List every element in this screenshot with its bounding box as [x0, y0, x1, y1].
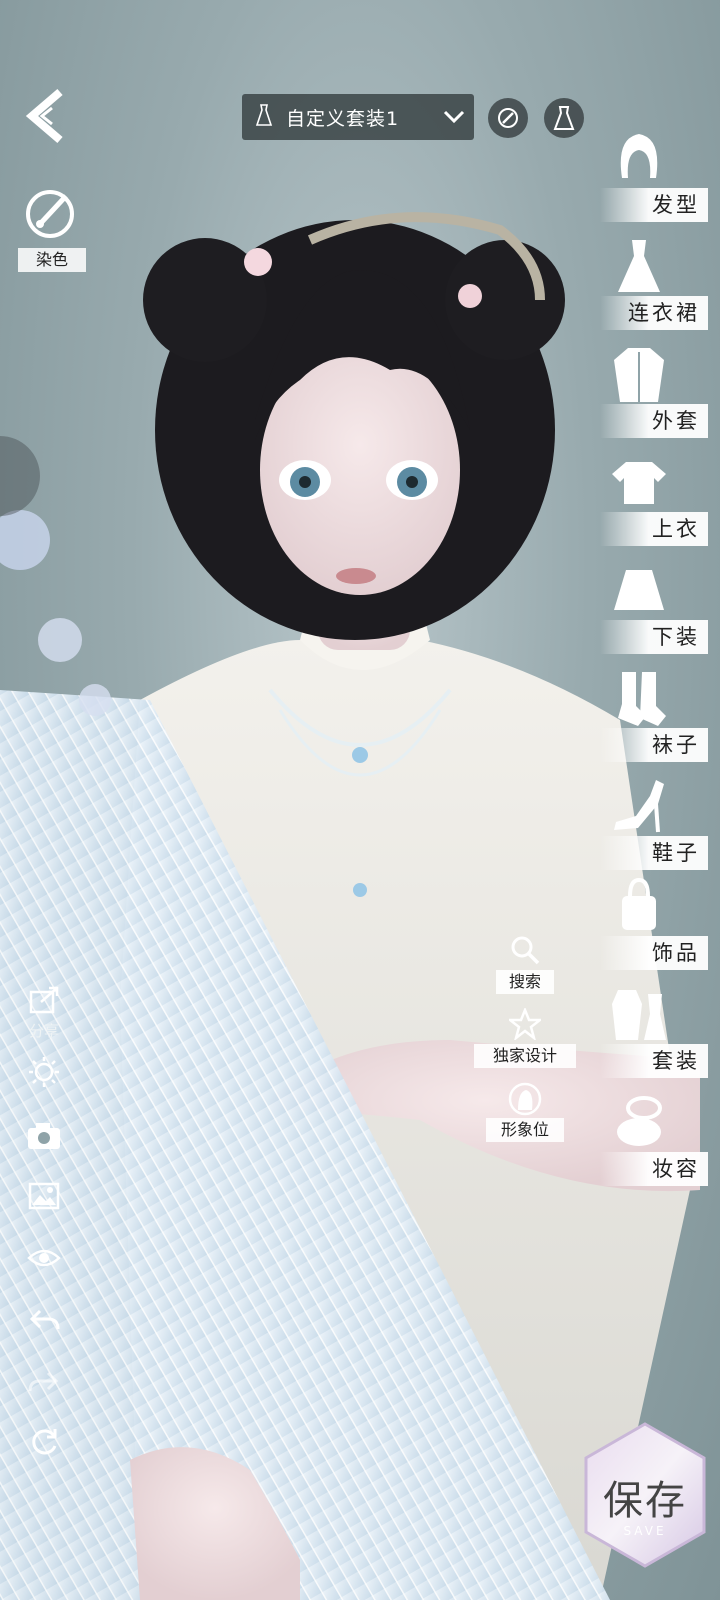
redo-icon [28, 1371, 59, 1392]
image-icon [28, 1182, 60, 1210]
dress-small-icon [242, 103, 286, 131]
brightness-button[interactable] [22, 1050, 66, 1094]
coat-icon [614, 348, 664, 402]
image-slot-button[interactable]: 形象位 [480, 1082, 570, 1146]
socks-icon [618, 672, 666, 726]
category-label: 下装 [652, 625, 700, 649]
undo-button[interactable] [22, 1298, 66, 1342]
category-hairstyle[interactable]: 发型 [600, 128, 720, 232]
category-label: 饰品 [652, 941, 700, 965]
reset-button[interactable] [22, 1420, 66, 1464]
dye-label: 染色 [18, 248, 86, 272]
category-socks[interactable]: 袜子 [600, 668, 720, 772]
category-label: 套装 [652, 1049, 700, 1073]
category-accessories[interactable]: 饰品 [600, 876, 720, 980]
category-makeup[interactable]: 妆容 [600, 1092, 720, 1196]
outfit-selector[interactable]: 自定义套装1 [242, 94, 474, 140]
share-button[interactable] [22, 978, 66, 1022]
share-label: 分享 [28, 1022, 59, 1040]
pen-icon [498, 108, 518, 128]
back-button[interactable] [22, 86, 72, 146]
sun-icon [29, 1057, 59, 1087]
pen-button[interactable] [488, 98, 528, 138]
category-label: 发型 [652, 193, 700, 217]
save-label: 保存 [603, 1478, 687, 1524]
exclusive-design-button[interactable]: 独家设计 [474, 1008, 576, 1072]
refresh-icon [32, 1429, 57, 1455]
palette-brush-icon [26, 190, 74, 238]
redo-button[interactable] [22, 1360, 66, 1404]
accessory-icon [622, 877, 656, 930]
category-label: 袜子 [652, 733, 700, 757]
save-sub-label: SAVE [623, 1524, 667, 1538]
exclusive-design-label: 独家设计 [474, 1044, 576, 1068]
category-bottoms[interactable]: 下装 [600, 560, 720, 664]
category-label: 连衣裙 [628, 301, 700, 325]
star-icon [509, 1008, 541, 1040]
gallery-button[interactable] [22, 1174, 66, 1218]
search-label: 搜索 [496, 970, 554, 994]
save-button[interactable]: 保存 SAVE [580, 1420, 710, 1570]
category-outfit-set[interactable]: 套装 [600, 984, 720, 1088]
outfit-name: 自定义套装1 [286, 107, 400, 130]
search-button[interactable]: 搜索 [480, 934, 570, 998]
hairstyle-icon [620, 134, 658, 178]
makeup-icon [617, 1096, 662, 1146]
visibility-button[interactable] [22, 1236, 66, 1280]
skirt-icon [614, 570, 664, 610]
category-shoes[interactable]: 鞋子 [600, 776, 720, 880]
back-arrow-icon [25, 88, 63, 144]
outfit-button[interactable] [544, 98, 584, 138]
category-label: 外套 [652, 409, 700, 433]
chevron-down-icon[interactable] [434, 94, 474, 140]
eye-icon [27, 1249, 61, 1267]
category-label: 妆容 [652, 1157, 700, 1181]
dress-icon [553, 106, 575, 130]
image-slot-label: 形象位 [486, 1118, 564, 1142]
category-top[interactable]: 上衣 [600, 452, 720, 556]
top-icon [612, 462, 666, 504]
dye-button[interactable]: 染色 [18, 188, 88, 272]
shoe-icon [614, 780, 664, 833]
outfit-set-icon [612, 990, 666, 1040]
share-icon [29, 986, 59, 1014]
dress-icon [618, 240, 660, 292]
game-scene: 自定义套装1 染色 分享 发型 连衣裙 外套 上衣 下装 袜子 鞋子 饰品 套装… [0, 0, 720, 1600]
category-label: 上衣 [652, 517, 700, 541]
portrait-icon [508, 1082, 542, 1116]
camera-icon [28, 1123, 60, 1149]
category-coat[interactable]: 外套 [600, 344, 720, 448]
search-icon [511, 936, 540, 965]
camera-button[interactable] [22, 1114, 66, 1158]
category-dress[interactable]: 连衣裙 [600, 236, 720, 340]
undo-icon [29, 1309, 60, 1330]
category-label: 鞋子 [652, 841, 700, 865]
